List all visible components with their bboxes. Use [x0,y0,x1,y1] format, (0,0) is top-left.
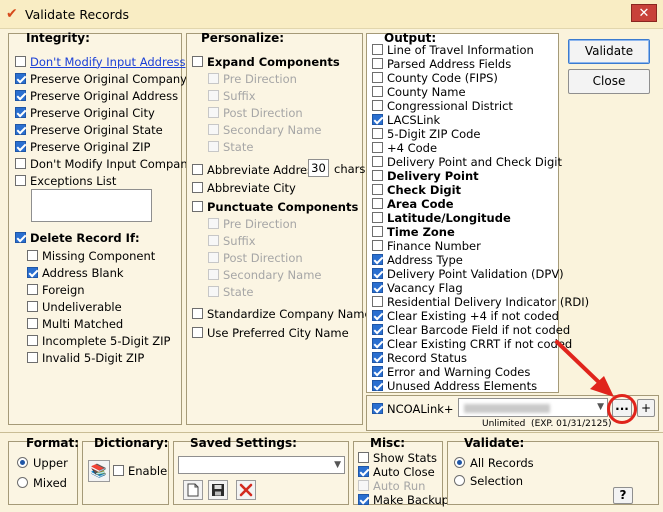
validate-group-heading: Validate: [464,436,525,450]
save-icon[interactable] [208,480,228,500]
validate-scope-option[interactable]: All Records [454,455,534,470]
misc-option-label: Auto Run [373,478,426,493]
misc-option-label: Make Backup [373,492,450,507]
new-document-icon[interactable] [183,480,203,500]
checkbox[interactable] [358,466,369,477]
checkbox[interactable] [358,452,369,463]
radio-button[interactable] [17,477,28,488]
saved-settings-dropdown[interactable]: ▼ [178,456,345,474]
format-option-label: Mixed [33,475,67,490]
misc-option-label: Show Stats [373,450,438,465]
format-panel [8,441,78,505]
format-heading: Format: [26,436,80,450]
annotation-circle [607,394,637,424]
format-option[interactable]: Upper [17,455,68,470]
misc-option[interactable]: Auto Run [358,478,425,493]
misc-option[interactable]: Make Backup [358,492,449,507]
radio-button[interactable] [17,457,28,468]
validate-button[interactable]: Validate [568,39,650,64]
validate-button-label: Validate [584,44,634,58]
validate-scope-option-label: Selection [470,473,523,488]
dictionary-heading: Dictionary: [94,436,169,450]
checkbox[interactable] [358,494,369,505]
format-option[interactable]: Mixed [17,475,67,490]
misc-option[interactable]: Auto Close [358,464,435,479]
format-option-label: Upper [33,455,68,470]
close-button-label: Close [592,74,626,88]
validate-scope-option[interactable]: Selection [454,473,523,488]
radio-button[interactable] [454,475,465,486]
close-button[interactable]: Close [568,69,650,94]
checkbox[interactable] [113,465,124,476]
help-button[interactable]: ? [613,487,633,504]
radio-button[interactable] [454,457,465,468]
validate-scope-option-label: All Records [470,455,534,470]
misc-heading: Misc: [370,436,406,450]
misc-option[interactable]: Show Stats [358,450,437,465]
checkbox [358,480,369,491]
chevron-down-icon: ▼ [334,460,341,470]
saved-settings-heading: Saved Settings: [190,436,297,450]
delete-icon[interactable] [236,480,256,500]
misc-option-label: Auto Close [373,464,435,479]
bottom-separator [0,432,663,433]
dictionary-enable-label: Enable [128,463,168,478]
dictionary-enable-option[interactable]: Enable [113,463,167,478]
dictionary-icon[interactable]: 📚 [88,460,110,482]
